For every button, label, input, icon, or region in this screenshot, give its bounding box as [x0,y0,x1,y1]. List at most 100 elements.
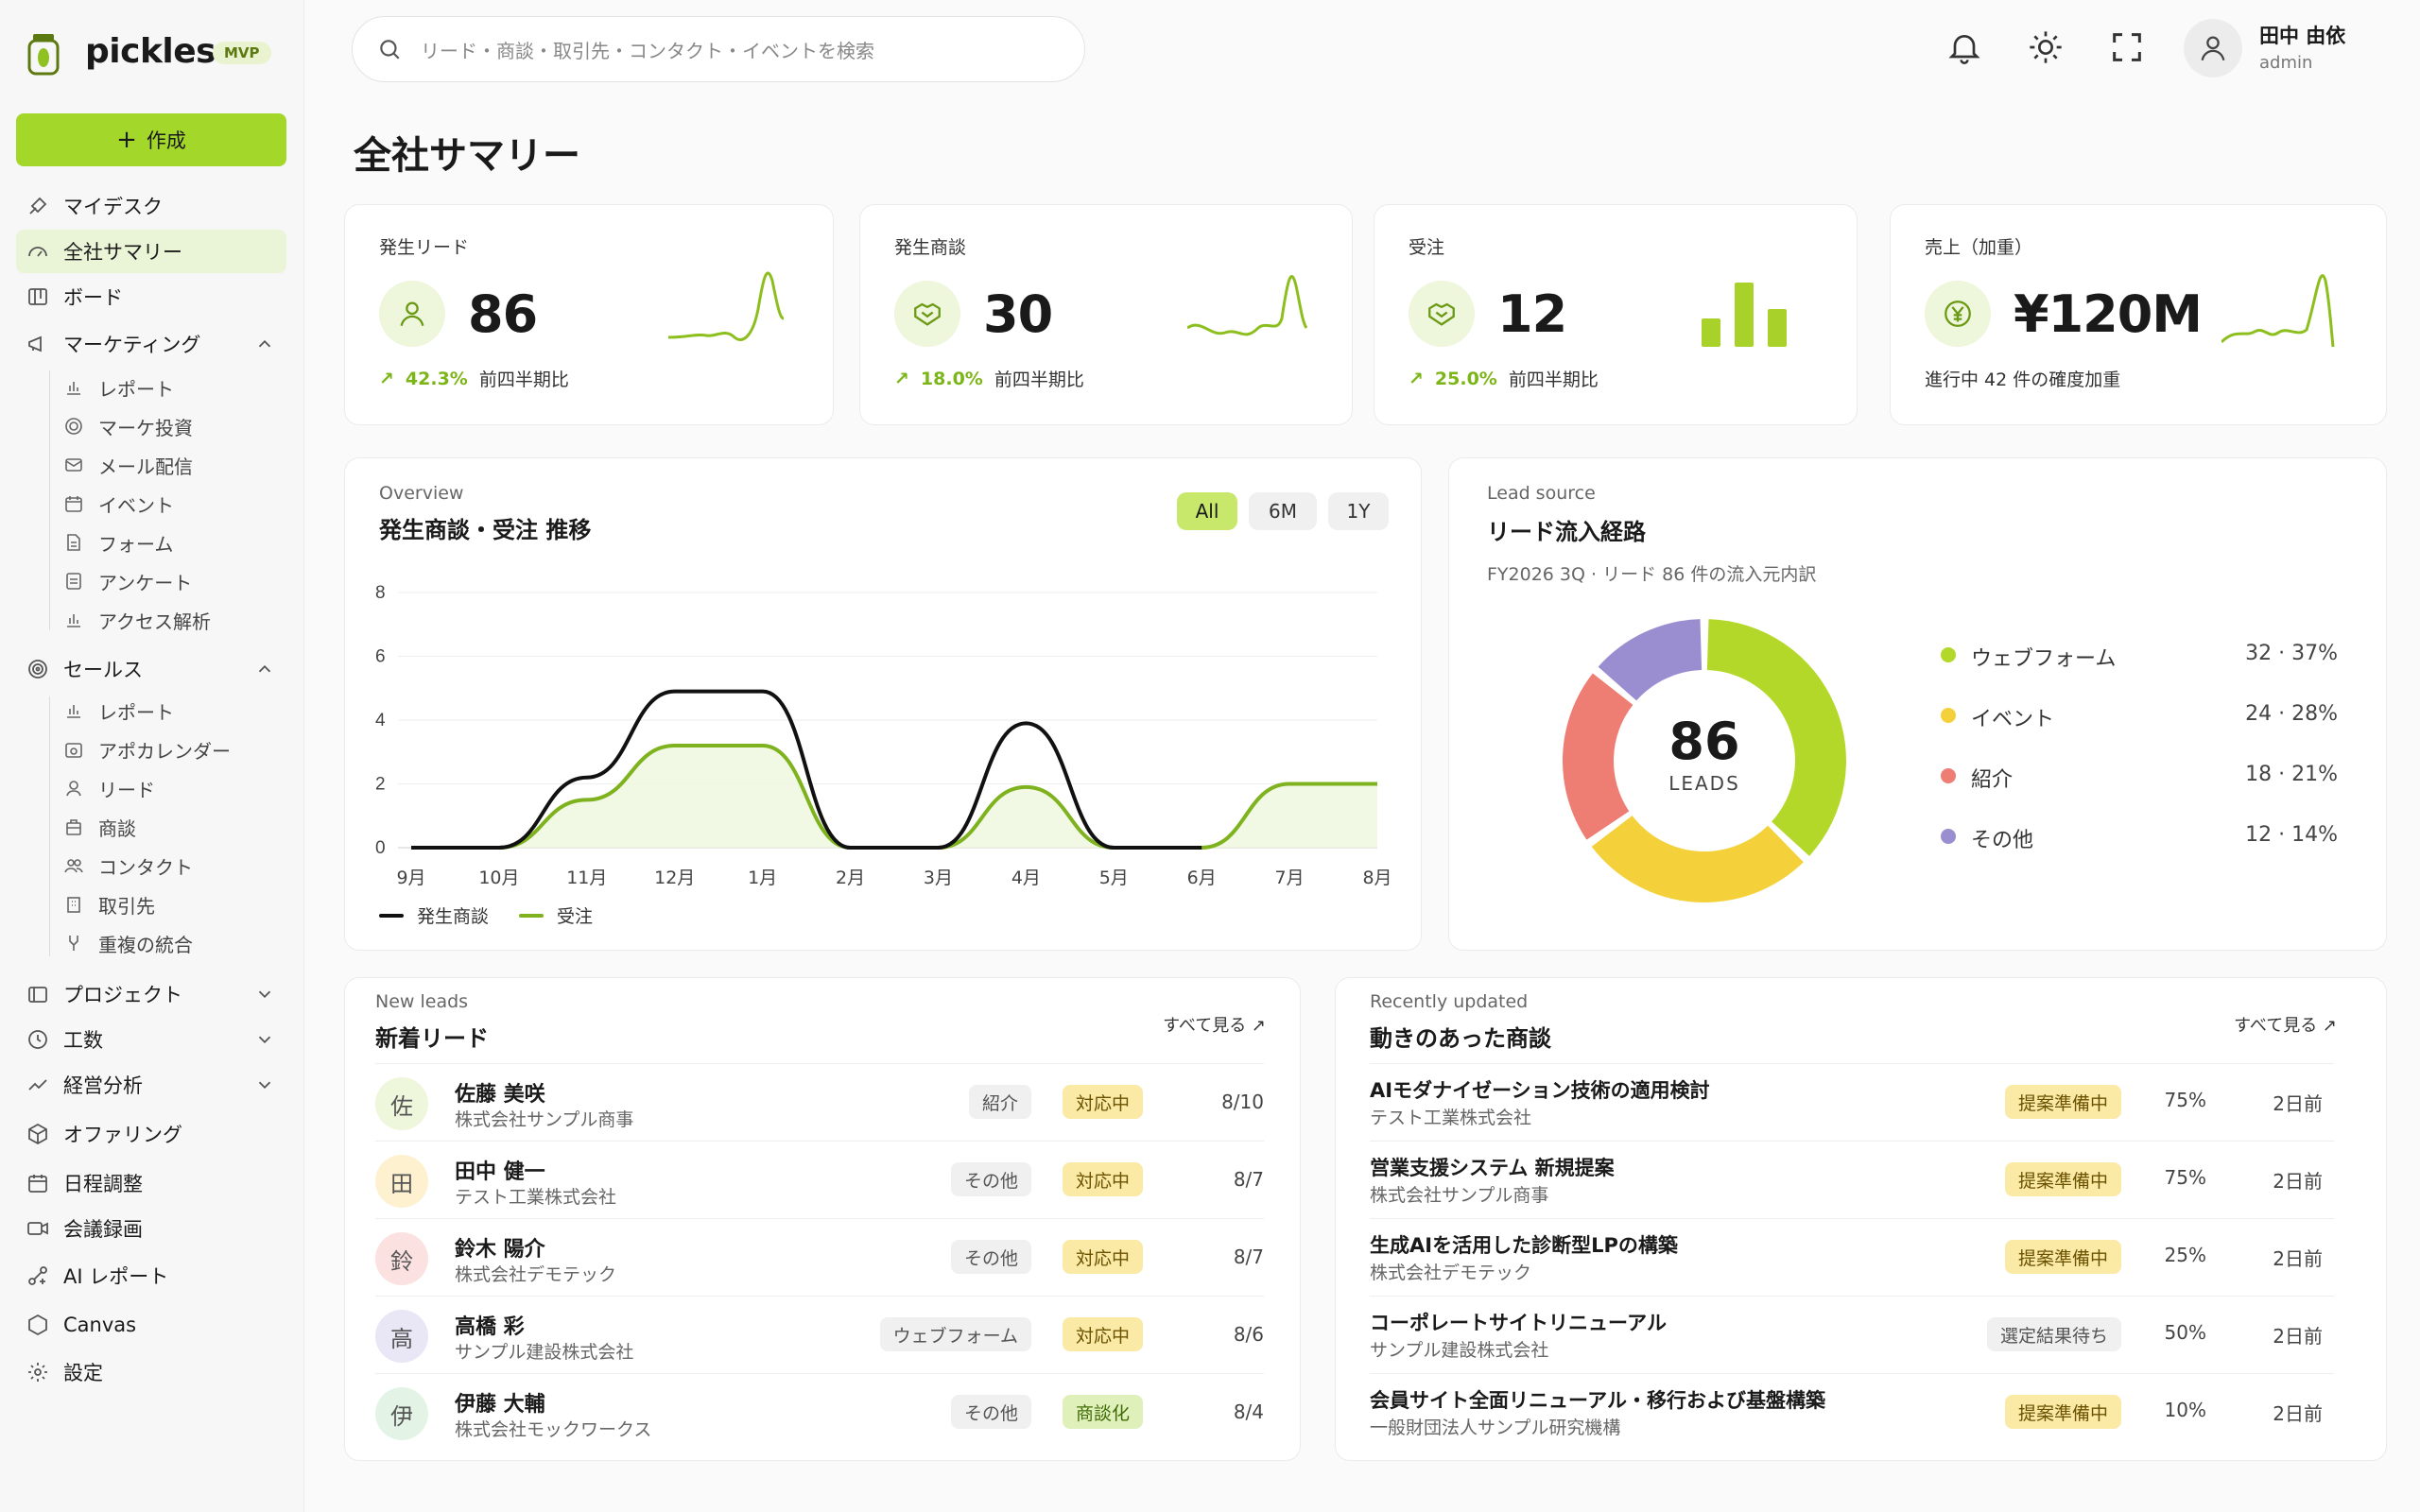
chevron-down-icon[interactable] [254,1029,275,1050]
kpi-card-leads[interactable]: 発生リード 86 ↗ 42.3% 前四半期比 [344,204,834,425]
sales-contacts[interactable]: コンタクト [64,848,193,884]
marketing-event[interactable]: イベント [64,486,174,522]
nav-my-desk[interactable]: マイデスク [16,184,286,228]
nav-company-summary[interactable]: 全社サマリー [16,230,286,273]
marketing-email[interactable]: メール配信 [64,447,193,483]
sales-merge-duplicates[interactable]: 重複の統合 [64,925,193,961]
kpi-value: 12 [1497,284,1567,344]
y-tick-label: 2 [375,775,386,795]
calendar-clock-icon [64,739,85,760]
avatar: 佐 [375,1077,428,1130]
y-tick-label: 8 [375,583,386,603]
legend-dot [1941,829,1956,844]
nav-management-analysis[interactable]: 経営分析 [16,1063,286,1107]
deal-updated: 2日前 [2273,1247,2323,1270]
marketing-analytics[interactable]: アクセス解析 [64,602,211,638]
x-tick-label: 3月 [924,868,953,888]
sales-leads[interactable]: リード [64,770,155,806]
deal-row[interactable]: コーポレートサイトリニューアル サンプル建設株式会社 選定結果待ち 50% 2日前 [1370,1296,2334,1373]
lead-row[interactable]: 田 田中 健一 テスト工業株式会社 その他 対応中 8/7 [375,1141,1264,1218]
sun-icon[interactable] [2027,28,2065,66]
fullscreen-icon[interactable] [2108,28,2146,66]
source-name: 紹介 [1971,768,2014,792]
kpi-card-revenue[interactable]: 売上（加重） ¥120M 進行中 42 件の確度加重 [1890,204,2387,425]
see-all-link[interactable]: すべて見る ↗ [1163,1012,1266,1037]
deal-probability: 75% [2164,1166,2206,1189]
donut-center-value: 86 [1668,712,1740,771]
nav-sales[interactable]: セールス [16,647,286,691]
y-tick-label: 6 [375,647,386,667]
lead-row[interactable]: 佐 佐藤 美咲 株式会社サンプル商事 紹介 対応中 8/10 [375,1063,1264,1141]
deal-row[interactable]: AIモダナイゼーション技術の適用検討 テスト工業株式会社 提案準備中 75% 2日前 [1370,1063,2334,1141]
card-title: リード流入経路 [1487,519,1646,545]
nav-project[interactable]: プロジェクト [16,972,286,1016]
kpi-delta: ↗ 18.0% 前四半期比 [894,366,1084,391]
chevron-down-icon[interactable] [254,1074,275,1095]
target-icon [64,416,85,437]
chevron-up-icon[interactable] [254,659,275,679]
sales-accounts[interactable]: 取引先 [64,886,155,922]
nav-effort[interactable]: 工数 [16,1018,286,1061]
sales-report[interactable]: レポート [64,693,174,729]
lead-company: 株式会社モックワークス [455,1419,652,1440]
donut-slice[interactable] [1591,816,1804,902]
nav-label: セールス [63,659,143,681]
marketing-form[interactable]: フォーム [64,524,173,560]
donut-slice[interactable] [1598,619,1703,701]
x-tick-label: 11月 [566,868,607,888]
sub-label: 重複の統合 [98,933,193,956]
avatar[interactable] [2184,19,2242,77]
nav-settings[interactable]: 設定 [16,1350,286,1394]
deal-row[interactable]: 会員サイト全面リニューアル・移行および基盤構築 一般財団法人サンプル研究機構 提案準… [1370,1373,2334,1451]
nav-offering[interactable]: オファリング [16,1112,286,1156]
lead-name: 伊藤 大輔 [455,1393,545,1417]
deal-probability: 50% [2164,1321,2206,1344]
source-tag: その他 [950,1240,1031,1274]
bell-icon[interactable] [1945,28,1983,66]
sales-appointment-calendar[interactable]: アポカレンダー [64,731,231,767]
create-button[interactable]: + 作成 [16,113,286,166]
target-icon [26,657,50,681]
search-input[interactable]: リード・商談・取引先・コンタクト・イベントを検索 [352,16,1085,82]
source-value: 12 · 14% [2245,823,2338,847]
calendar-icon [64,493,85,514]
nav-meeting-recording[interactable]: 会議録画 [16,1207,286,1250]
cube-icon [26,1122,50,1146]
x-tick-label: 5月 [1099,868,1129,888]
marketing-survey[interactable]: アンケート [64,563,192,599]
source-tag: ウェブフォーム [879,1317,1031,1351]
nav-label: マイデスク [63,196,163,218]
nav-canvas[interactable]: Canvas [16,1303,286,1347]
canvas-icon [26,1313,50,1337]
lead-row[interactable]: 鈴 鈴木 陽介 株式会社デモテック その他 対応中 8/7 [375,1218,1264,1296]
marketing-report[interactable]: レポート [64,369,174,405]
nav-ai-report[interactable]: AI レポート [16,1254,286,1297]
sales-deals[interactable]: 商談 [64,809,136,845]
bar-chart-icon [64,610,85,630]
kpi-card-won[interactable]: 受注 12 ↗ 25.0% 前四半期比 [1374,204,1858,425]
nav-board[interactable]: ボード [16,275,286,318]
lead-name: 高橋 彩 [455,1315,525,1339]
sub-label: 商談 [98,816,136,840]
kpi-card-deals[interactable]: 発生商談 30 ↗ 18.0% 前四半期比 [859,204,1353,425]
user-role: admin [2259,53,2313,73]
nav-marketing[interactable]: マーケティング [16,322,286,366]
marketing-investment[interactable]: マーケ投資 [64,408,193,444]
deal-name: コーポレートサイトリニューアル [1370,1312,1667,1334]
see-all-link[interactable]: すべて見る ↗ [2234,1012,2337,1037]
status-badge: 対応中 [1062,1317,1143,1351]
card-note: FY2026 3Q · リード 86 件の流入元内訳 [1487,564,1817,585]
chevron-up-icon[interactable] [254,334,275,354]
x-tick-label: 12月 [654,868,695,888]
deal-company: 一般財団法人サンプル研究機構 [1370,1418,1621,1438]
lead-row[interactable]: 高 高橋 彩サンプル建設株式会社 ウェブフォーム 対応中 8/6 [375,1296,1264,1373]
deal-company: 株式会社サンプル商事 [1370,1185,1549,1206]
deal-row[interactable]: 生成AIを活用した診断型LPの構築 株式会社デモテック 提案準備中 25% 2日前 [1370,1218,2334,1296]
chevron-down-icon[interactable] [254,984,275,1005]
gear-icon [26,1360,50,1384]
nav-label: ボード [63,286,123,309]
nav-scheduling[interactable]: 日程調整 [16,1161,286,1205]
sub-label: アクセス解析 [98,610,211,633]
lead-row[interactable]: 伊 伊藤 大輔 株式会社モックワークス その他 商談化 8/4 [375,1373,1264,1451]
deal-row[interactable]: 営業支援システム 新規提案 株式会社サンプル商事 提案準備中 75% 2日前 [1370,1141,2334,1218]
